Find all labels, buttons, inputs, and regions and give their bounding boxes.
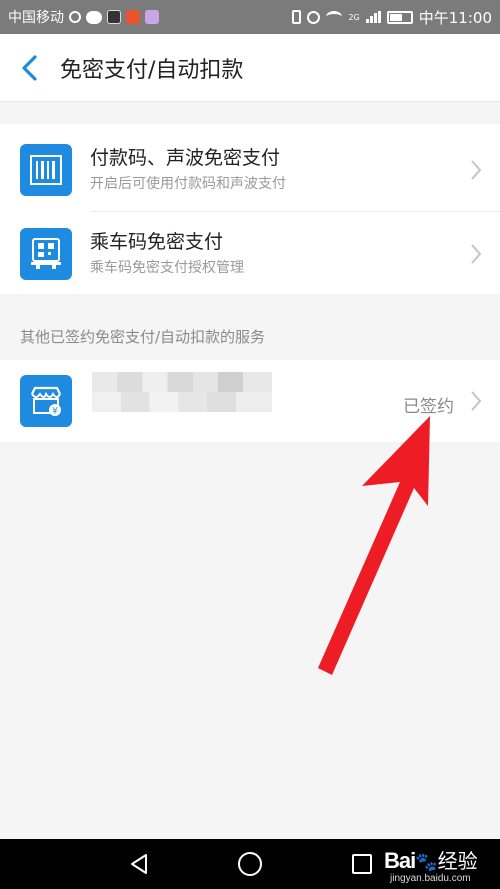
music-app-icon xyxy=(145,10,159,24)
list-item-signed-service[interactable]: ¥ 已签约 xyxy=(0,360,500,442)
key-icon xyxy=(69,11,81,23)
section-header: 其他已签约免密支付/自动扣款的服务 xyxy=(20,328,266,346)
service-name-blurred xyxy=(92,372,272,412)
watermark-brand-cn: 经验 xyxy=(437,851,478,873)
payment-options-list: 付款码、声波免密支付 开启后可使用付款码和声波支付 乘车码免密支付 乘车码免密支… xyxy=(0,124,500,294)
signed-services-list: ¥ 已签约 xyxy=(0,360,500,442)
chevron-left-icon xyxy=(22,54,37,81)
back-button[interactable] xyxy=(0,34,60,102)
vibrate-icon xyxy=(292,10,302,24)
signal-icon xyxy=(365,11,381,23)
page-header: 免密支付/自动扣款 xyxy=(0,34,500,102)
item-subtitle: 乘车码免密支付授权管理 xyxy=(90,260,244,276)
bus-qr-icon xyxy=(20,228,72,280)
chevron-right-icon xyxy=(471,391,482,411)
item-title: 付款码、声波免密支付 xyxy=(90,147,281,169)
app-notification-icon xyxy=(107,10,121,24)
nav-back-icon[interactable] xyxy=(128,853,150,875)
recent-apps-icon[interactable] xyxy=(352,854,372,874)
watermark-url: jingyan.baidu.com xyxy=(390,873,471,884)
status-badge: 已签约 xyxy=(403,397,454,417)
paw-icon: 🐾 xyxy=(415,852,438,872)
clock: 中午11:00 xyxy=(418,8,492,27)
list-item-bus-code[interactable]: 乘车码免密支付 乘车码免密支付授权管理 xyxy=(0,212,500,296)
status-bar: 中国移动 2G 中午11:00 xyxy=(0,0,500,34)
store-icon: ¥ xyxy=(20,375,72,427)
page-title: 免密支付/自动扣款 xyxy=(60,57,244,83)
item-subtitle: 开启后可使用付款码和声波支付 xyxy=(90,176,286,192)
network-type: 2G xyxy=(348,12,360,22)
list-item-payment-code[interactable]: 付款码、声波免密支付 开启后可使用付款码和声波支付 xyxy=(0,128,500,212)
alarm-icon xyxy=(307,10,321,24)
watermark-brand: Bai xyxy=(384,848,416,873)
video-app-icon xyxy=(126,10,140,24)
svg-text:¥: ¥ xyxy=(52,407,58,417)
chevron-right-icon xyxy=(471,160,482,180)
barcode-icon xyxy=(20,144,72,196)
home-icon[interactable] xyxy=(238,852,262,876)
navigation-bar: Bai🐾经验 jingyan.baidu.com xyxy=(0,839,500,889)
battery-icon xyxy=(386,10,413,24)
chat-icon xyxy=(86,10,102,24)
carrier-label: 中国移动 xyxy=(8,10,64,26)
item-title: 乘车码免密支付 xyxy=(90,231,224,253)
chevron-right-icon xyxy=(471,244,482,264)
wifi-icon xyxy=(326,11,343,23)
watermark: Bai🐾经验 jingyan.baidu.com xyxy=(384,845,478,884)
